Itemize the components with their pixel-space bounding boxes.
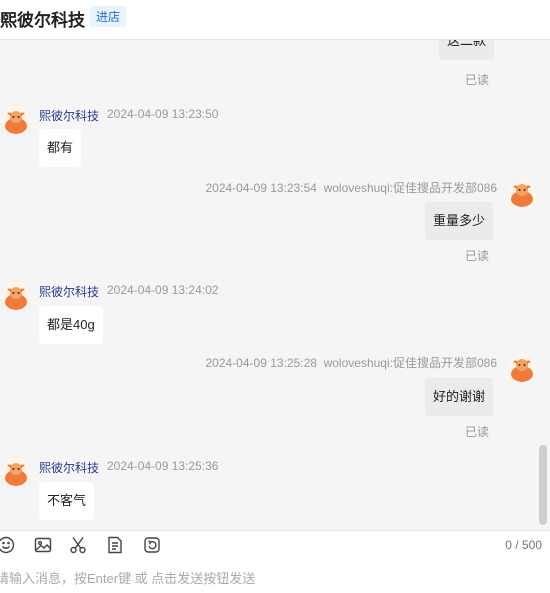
shop-avatar[interactable] [2, 106, 30, 134]
refresh-icon[interactable] [142, 535, 162, 555]
message-time: 2024-04-09 13:23:50 [107, 107, 219, 121]
read-status: 已读 [465, 73, 490, 87]
message-bubble-incoming: 不客气 [39, 482, 95, 520]
char-counter: 0 / 500 [505, 538, 542, 552]
input-toolbar: 0 / 500 [0, 530, 550, 558]
message-bubble-outgoing: 这二款 [439, 40, 495, 60]
message-bubble-incoming: 都是40g [39, 306, 103, 344]
image-icon[interactable] [33, 535, 53, 555]
avatar-mascot-icon [508, 179, 536, 207]
message-bubble-outgoing: 重量多少 [425, 202, 494, 240]
message-meta: 2024-04-09 13:23:54 woloveshuqi:促佳搜品开发部0… [205, 179, 497, 196]
message-bubble-incoming: 都有 [39, 129, 82, 167]
avatar-mascot-icon [2, 282, 30, 310]
order-icon[interactable] [105, 535, 125, 555]
read-status: 已读 [465, 425, 490, 439]
message-list[interactable]: 这二款 已读 熙彼尔科技 2024-04-09 13:23:50 都有 2024… [0, 40, 550, 530]
message-time: 2024-04-09 13:23:54 [205, 181, 317, 195]
sender-name: 熙彼尔科技 [39, 461, 100, 475]
emoji-icon[interactable] [0, 535, 16, 555]
user-avatar[interactable] [508, 179, 536, 207]
avatar-mascot-icon [2, 458, 30, 486]
message-bubble-outgoing: 好的谢谢 [425, 378, 494, 416]
shop-avatar[interactable] [2, 458, 30, 486]
enter-store-button[interactable]: 进店 [90, 6, 127, 27]
avatar-mascot-icon [508, 354, 536, 382]
shop-avatar[interactable] [2, 282, 30, 310]
shop-name: 熙彼尔科技 [0, 11, 85, 30]
message-meta: 2024-04-09 13:25:28 woloveshuqi:促佳搜品开发部0… [205, 354, 497, 371]
message-input[interactable] [0, 568, 536, 588]
message-time: 2024-04-09 13:25:36 [107, 459, 219, 473]
chat-header: 熙彼尔科技 进店 [0, 0, 550, 40]
sender-name: 熙彼尔科技 [39, 285, 100, 299]
user-avatar[interactable] [508, 354, 536, 382]
sender-name: 熙彼尔科技 [39, 109, 100, 123]
message-time: 2024-04-09 13:25:28 [205, 356, 317, 370]
avatar-mascot-icon [2, 106, 30, 134]
message-input-area[interactable] [0, 558, 550, 593]
message-time: 2024-04-09 13:24:02 [107, 283, 219, 297]
message-scrollbar[interactable] [539, 445, 547, 525]
scissors-icon[interactable] [68, 535, 88, 555]
sender-name: woloveshuqi:促佳搜品开发部086 [323, 181, 497, 195]
sender-name: woloveshuqi:促佳搜品开发部086 [323, 356, 497, 370]
read-status: 已读 [465, 249, 490, 263]
